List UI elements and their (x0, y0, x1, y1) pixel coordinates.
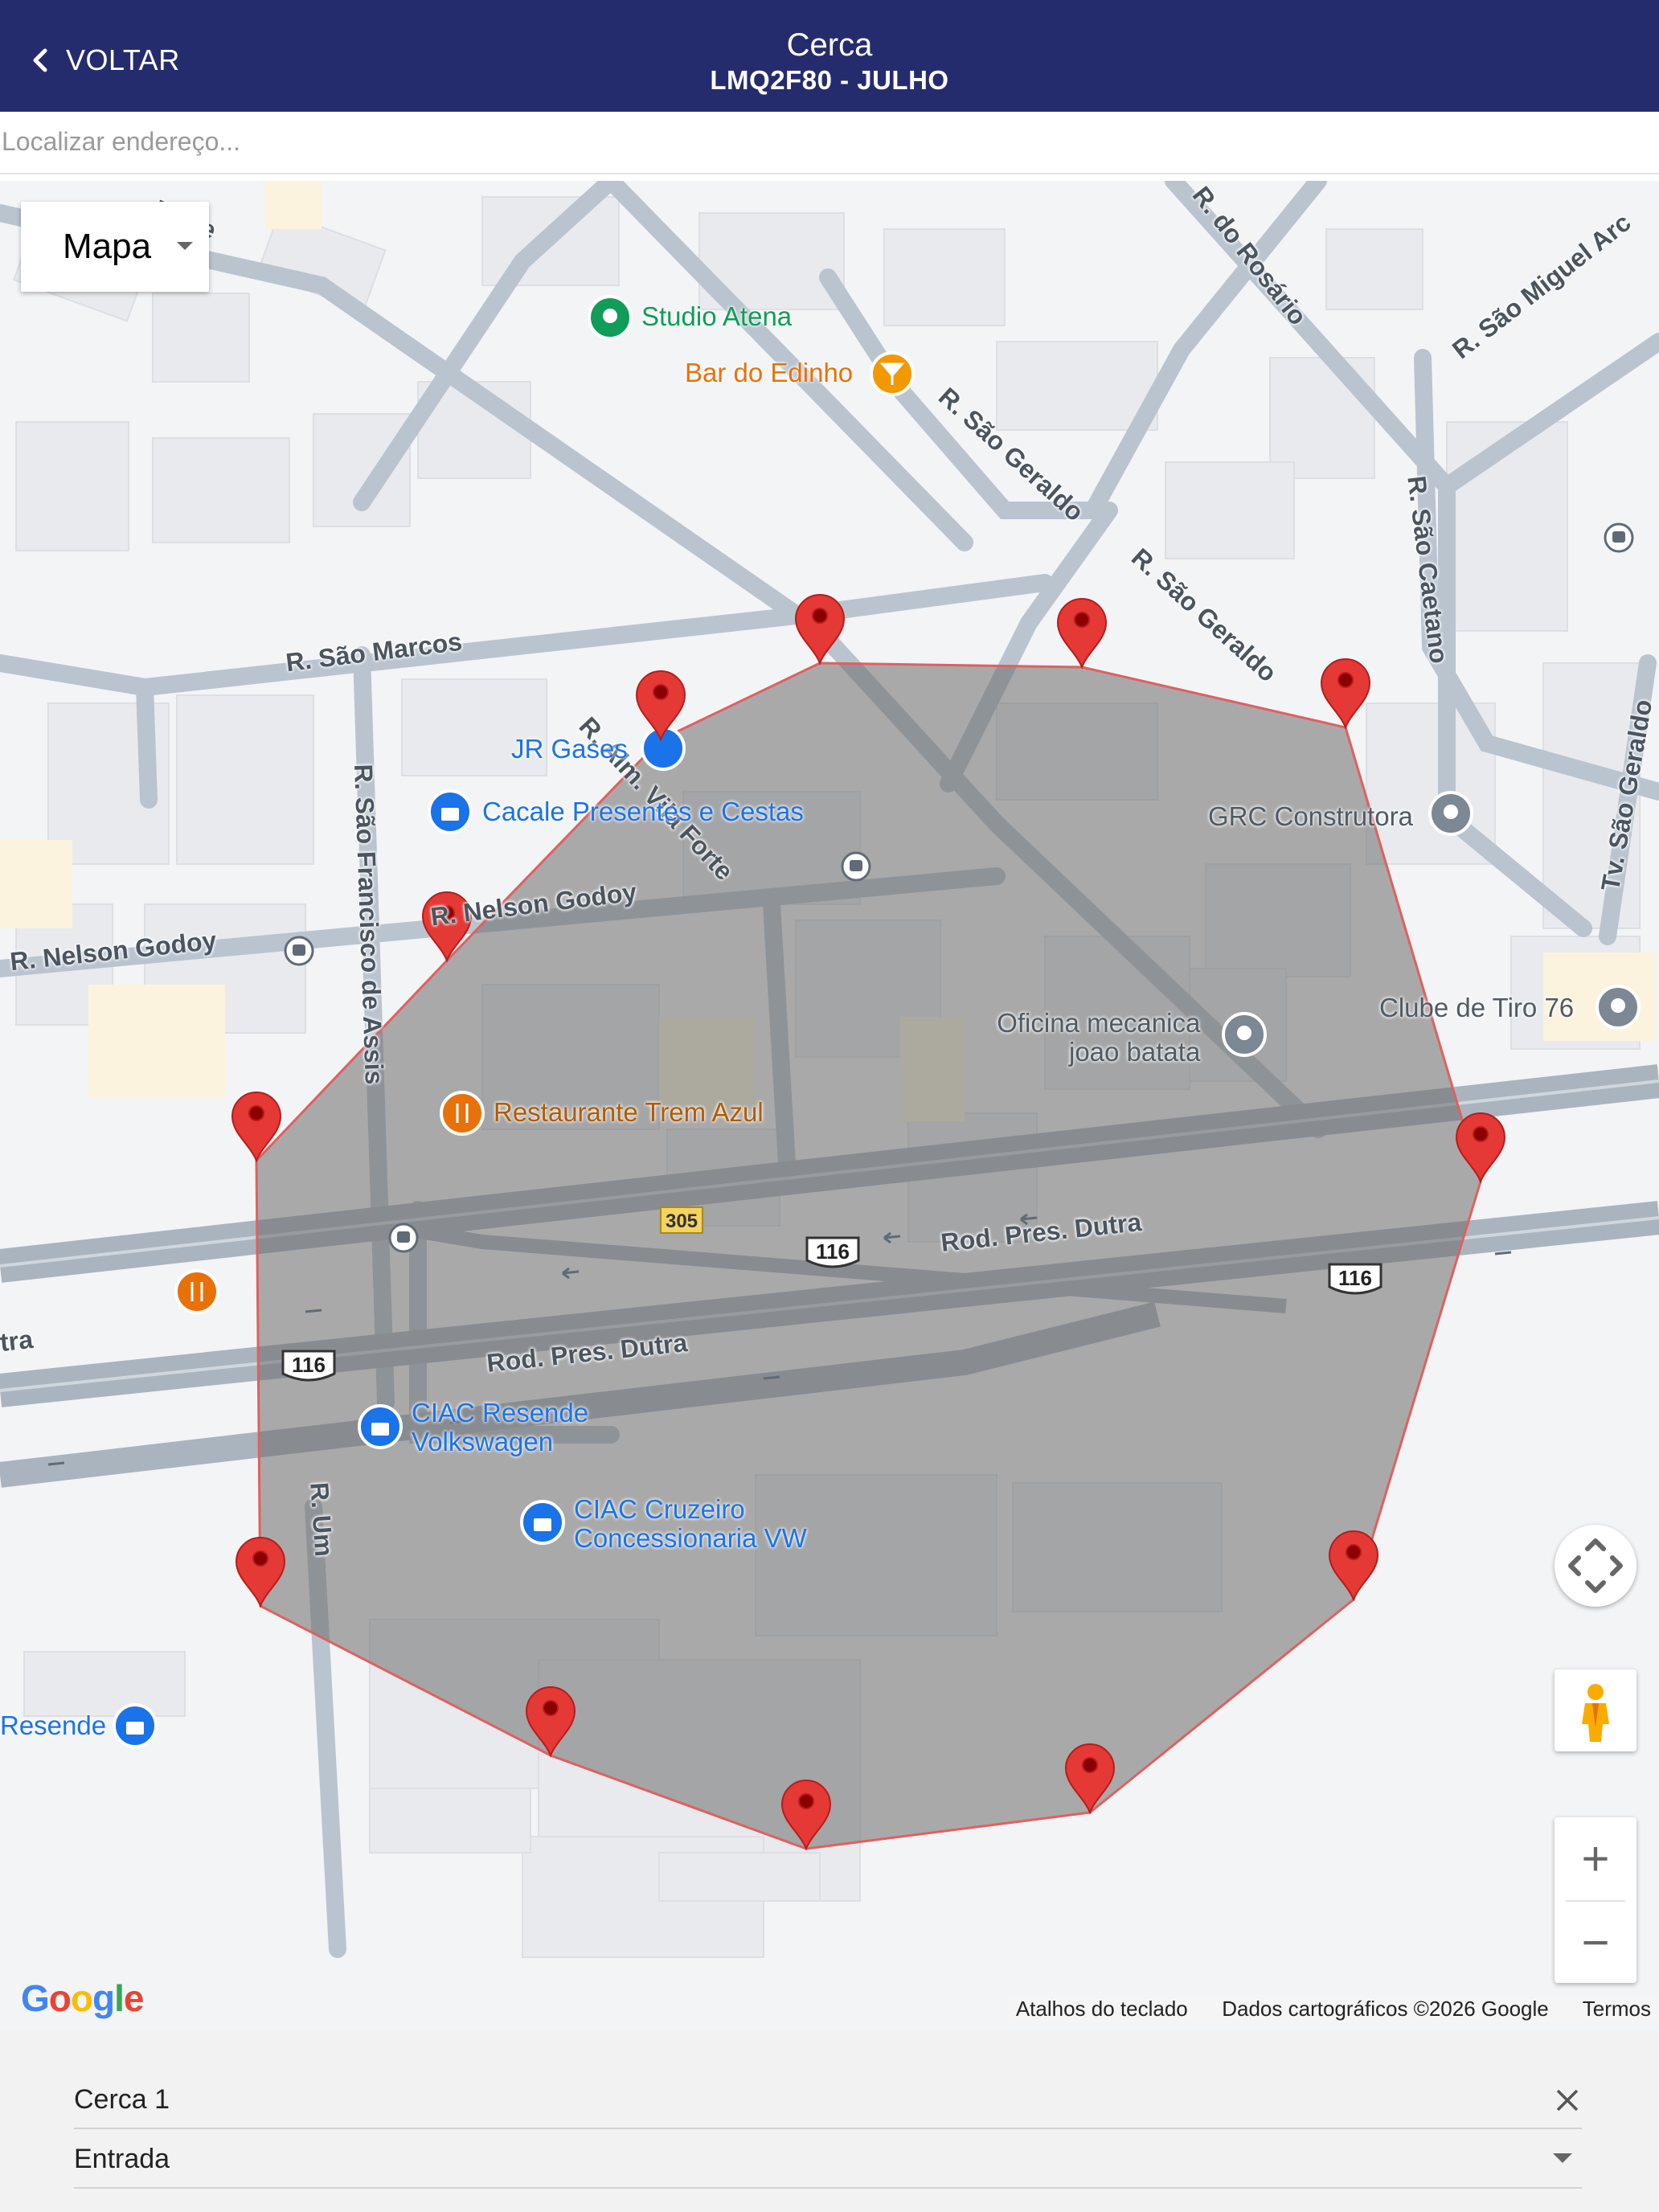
poi-label[interactable]: GRC Construtora (1208, 801, 1413, 832)
camera-control-button[interactable] (1555, 1525, 1636, 1607)
fence-vertex-marker (1320, 658, 1371, 730)
svg-text:116: 116 (1338, 1266, 1372, 1290)
bus-stop-icon (841, 851, 871, 882)
terms-link[interactable]: Termos (1583, 1997, 1651, 2021)
map-type-dropdown[interactable]: Mapa (21, 202, 209, 292)
svg-text:116: 116 (292, 1353, 326, 1377)
map-type-label: Mapa (63, 227, 152, 266)
highway-shield: 116 (805, 1236, 860, 1268)
map-attribution: Atalhos do teclado Dados cartográficos ©… (1007, 1995, 1659, 2023)
poi-label[interactable]: Clube de Tiro 76 (1379, 993, 1574, 1023)
svg-text:305: 305 (666, 1210, 698, 1232)
shopping-bag-icon (358, 1404, 403, 1449)
zoom-out-button[interactable]: − (1555, 1901, 1636, 1983)
bus-stop-icon (284, 936, 314, 966)
highway-shield: 116 (1328, 1263, 1382, 1295)
shopping-bag-icon (428, 789, 473, 834)
pin-icon (1222, 1012, 1267, 1057)
fork-knife-icon (440, 1091, 485, 1136)
map-view[interactable]: 116 116 116 305 R. Alm. Vila Forte R. Sã… (0, 181, 1659, 2031)
poi-label[interactable]: CIAC Resende Volkswagen (412, 1399, 588, 1456)
fence-vertex-marker (635, 670, 686, 742)
street-label: tra (0, 1324, 35, 1358)
street-view-button[interactable] (1555, 1669, 1636, 1751)
highway-shield: 116 (281, 1350, 336, 1382)
bus-stop-icon (1604, 522, 1634, 553)
pegman-icon (1582, 1684, 1609, 1742)
move-arrows-icon (1568, 1538, 1623, 1593)
event-type-select[interactable]: Entrada (74, 2131, 1582, 2189)
zoom-in-button[interactable]: + (1555, 1817, 1636, 1899)
fence-name-value: Cerca 1 (74, 2084, 170, 2115)
event-type-value: Entrada (74, 2144, 170, 2174)
poi-label[interactable]: Resende (0, 1710, 106, 1741)
poi-label[interactable]: Cacale Presentes e Cestas (482, 797, 804, 827)
fence-vertex-marker (1056, 598, 1108, 670)
cocktail-icon (870, 351, 915, 396)
app-header: VOLTAR Cerca LMQ2F80 - JULHO (0, 0, 1659, 112)
zoom-control: + − (1555, 1817, 1636, 1983)
svg-text:116: 116 (816, 1239, 850, 1264)
fence-name-field[interactable]: Cerca 1 (74, 2071, 1582, 2129)
page-subtitle: LMQ2F80 - JULHO (710, 65, 949, 95)
shopping-bag-icon (113, 1703, 158, 1748)
google-logo: Google (21, 1977, 144, 2019)
fork-knife-icon (174, 1269, 219, 1314)
poi-label[interactable]: CIAC Cruzeiro Concessionaria VW (574, 1495, 807, 1553)
caret-down-icon (177, 242, 193, 250)
shopping-bag-icon (520, 1500, 565, 1545)
map-canvas[interactable]: 116 116 116 305 (0, 181, 1659, 2031)
poi-label[interactable]: Bar do Edinho (685, 358, 853, 388)
pin-icon (1596, 985, 1641, 1030)
bus-stop-icon (388, 1223, 419, 1253)
fence-form: Cerca 1 Entrada (0, 2031, 1659, 2212)
green-pin-icon (588, 295, 633, 340)
poi-label[interactable]: Restaurante Trem Azul (494, 1097, 764, 1128)
poi-label[interactable]: Oficina mecanica joao batata (993, 1009, 1200, 1067)
keyboard-shortcuts-link[interactable]: Atalhos do teclado (1016, 1997, 1188, 2021)
address-search-input[interactable] (2, 123, 1609, 160)
pin-icon (1428, 791, 1473, 836)
page-title: Cerca (786, 27, 873, 63)
close-icon[interactable] (1553, 2086, 1582, 2115)
highway-shield: 305 (660, 1206, 703, 1234)
map-data-attribution: Dados cartográficos ©2026 Google (1222, 1997, 1549, 2021)
poi-label[interactable]: JR Gases (511, 734, 628, 764)
poi-label[interactable]: Studio Atena (641, 301, 792, 332)
address-search-bar (0, 112, 1659, 174)
caret-down-icon (1553, 2153, 1572, 2163)
street-label: R. Um (305, 1481, 339, 1558)
geofence-polygon (255, 662, 1482, 1850)
